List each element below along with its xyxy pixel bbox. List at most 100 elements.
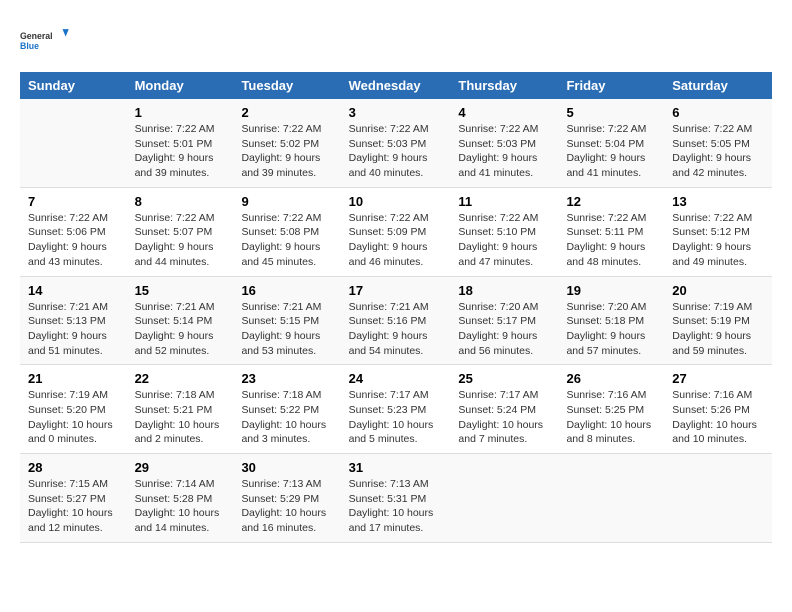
day-info: Sunrise: 7:20 AM Sunset: 5:17 PM Dayligh… <box>458 300 550 359</box>
calendar-cell: 15 Sunrise: 7:21 AM Sunset: 5:14 PM Dayli… <box>127 276 234 365</box>
day-info: Sunrise: 7:22 AM Sunset: 5:09 PM Dayligh… <box>349 211 443 270</box>
calendar-cell: 10 Sunrise: 7:22 AM Sunset: 5:09 PM Dayli… <box>341 187 451 276</box>
day-number: 17 <box>349 283 443 298</box>
day-number: 22 <box>135 371 226 386</box>
calendar-cell: 4 Sunrise: 7:22 AM Sunset: 5:03 PM Daylig… <box>450 99 558 187</box>
day-number: 20 <box>672 283 764 298</box>
calendar-cell: 22 Sunrise: 7:18 AM Sunset: 5:21 PM Dayli… <box>127 365 234 454</box>
day-info: Sunrise: 7:22 AM Sunset: 5:04 PM Dayligh… <box>566 122 656 181</box>
day-info: Sunrise: 7:21 AM Sunset: 5:15 PM Dayligh… <box>241 300 332 359</box>
day-info: Sunrise: 7:20 AM Sunset: 5:18 PM Dayligh… <box>566 300 656 359</box>
calendar-cell: 28 Sunrise: 7:15 AM Sunset: 5:27 PM Dayli… <box>20 454 127 543</box>
day-number: 9 <box>241 194 332 209</box>
page-header: General Blue <box>20 20 772 62</box>
calendar-cell: 31 Sunrise: 7:13 AM Sunset: 5:31 PM Dayli… <box>341 454 451 543</box>
calendar-week-row: 28 Sunrise: 7:15 AM Sunset: 5:27 PM Dayli… <box>20 454 772 543</box>
day-info: Sunrise: 7:18 AM Sunset: 5:22 PM Dayligh… <box>241 388 332 447</box>
weekday-header-wednesday: Wednesday <box>341 72 451 99</box>
day-info: Sunrise: 7:21 AM Sunset: 5:13 PM Dayligh… <box>28 300 119 359</box>
calendar-cell: 2Sunrise: 7:22 AM Sunset: 5:02 PM Daylig… <box>233 99 340 187</box>
day-info: Sunrise: 7:18 AM Sunset: 5:21 PM Dayligh… <box>135 388 226 447</box>
day-info: Sunrise: 7:22 AM Sunset: 5:03 PM Dayligh… <box>458 122 550 181</box>
day-number: 2 <box>241 105 332 120</box>
calendar-cell: 5Sunrise: 7:22 AM Sunset: 5:04 PM Daylig… <box>558 99 664 187</box>
weekday-header-tuesday: Tuesday <box>233 72 340 99</box>
day-number: 3 <box>349 105 443 120</box>
day-number: 31 <box>349 460 443 475</box>
calendar-week-row: 7Sunrise: 7:22 AM Sunset: 5:06 PM Daylig… <box>20 187 772 276</box>
calendar-cell: 24Sunrise: 7:17 AM Sunset: 5:23 PM Dayli… <box>341 365 451 454</box>
calendar-cell: 25Sunrise: 7:17 AM Sunset: 5:24 PM Dayli… <box>450 365 558 454</box>
day-number: 15 <box>135 283 226 298</box>
day-info: Sunrise: 7:13 AM Sunset: 5:29 PM Dayligh… <box>241 477 332 536</box>
day-info: Sunrise: 7:22 AM Sunset: 5:07 PM Dayligh… <box>135 211 226 270</box>
day-info: Sunrise: 7:15 AM Sunset: 5:27 PM Dayligh… <box>28 477 119 536</box>
calendar-week-row: 1 Sunrise: 7:22 AM Sunset: 5:01 PM Daylig… <box>20 99 772 187</box>
weekday-header-thursday: Thursday <box>450 72 558 99</box>
day-info: Sunrise: 7:14 AM Sunset: 5:28 PM Dayligh… <box>135 477 226 536</box>
calendar-cell: 21 Sunrise: 7:19 AM Sunset: 5:20 PM Dayli… <box>20 365 127 454</box>
calendar-cell: 7Sunrise: 7:22 AM Sunset: 5:06 PM Daylig… <box>20 187 127 276</box>
day-number: 24 <box>349 371 443 386</box>
calendar-cell <box>20 99 127 187</box>
calendar-cell: 27 Sunrise: 7:16 AM Sunset: 5:26 PM Dayli… <box>664 365 772 454</box>
day-info: Sunrise: 7:19 AM Sunset: 5:19 PM Dayligh… <box>672 300 764 359</box>
calendar-cell: 13 Sunrise: 7:22 AM Sunset: 5:12 PM Dayli… <box>664 187 772 276</box>
day-number: 11 <box>458 194 550 209</box>
weekday-header-monday: Monday <box>127 72 234 99</box>
day-info: Sunrise: 7:21 AM Sunset: 5:16 PM Dayligh… <box>349 300 443 359</box>
calendar-cell: 14 Sunrise: 7:21 AM Sunset: 5:13 PM Dayli… <box>20 276 127 365</box>
calendar-table: SundayMondayTuesdayWednesdayThursdayFrid… <box>20 72 772 543</box>
logo: General Blue <box>20 20 70 62</box>
day-number: 6 <box>672 105 764 120</box>
day-number: 21 <box>28 371 119 386</box>
weekday-header-friday: Friday <box>558 72 664 99</box>
day-number: 27 <box>672 371 764 386</box>
weekday-header-saturday: Saturday <box>664 72 772 99</box>
day-info: Sunrise: 7:22 AM Sunset: 5:01 PM Dayligh… <box>135 122 226 181</box>
day-info: Sunrise: 7:22 AM Sunset: 5:10 PM Dayligh… <box>458 211 550 270</box>
calendar-cell: 23Sunrise: 7:18 AM Sunset: 5:22 PM Dayli… <box>233 365 340 454</box>
calendar-cell <box>664 454 772 543</box>
day-info: Sunrise: 7:22 AM Sunset: 5:05 PM Dayligh… <box>672 122 764 181</box>
svg-text:General: General <box>20 31 53 41</box>
calendar-cell: 12 Sunrise: 7:22 AM Sunset: 5:11 PM Dayli… <box>558 187 664 276</box>
day-number: 28 <box>28 460 119 475</box>
day-number: 13 <box>672 194 764 209</box>
calendar-cell: 16 Sunrise: 7:21 AM Sunset: 5:15 PM Dayli… <box>233 276 340 365</box>
day-number: 30 <box>241 460 332 475</box>
calendar-cell: 8Sunrise: 7:22 AM Sunset: 5:07 PM Daylig… <box>127 187 234 276</box>
calendar-cell: 6 Sunrise: 7:22 AM Sunset: 5:05 PM Daylig… <box>664 99 772 187</box>
calendar-cell: 26 Sunrise: 7:16 AM Sunset: 5:25 PM Dayli… <box>558 365 664 454</box>
calendar-cell <box>558 454 664 543</box>
day-info: Sunrise: 7:22 AM Sunset: 5:12 PM Dayligh… <box>672 211 764 270</box>
day-info: Sunrise: 7:22 AM Sunset: 5:11 PM Dayligh… <box>566 211 656 270</box>
day-number: 25 <box>458 371 550 386</box>
day-info: Sunrise: 7:22 AM Sunset: 5:08 PM Dayligh… <box>241 211 332 270</box>
calendar-cell: 30 Sunrise: 7:13 AM Sunset: 5:29 PM Dayli… <box>233 454 340 543</box>
calendar-cell: 11 Sunrise: 7:22 AM Sunset: 5:10 PM Dayli… <box>450 187 558 276</box>
calendar-cell: 1 Sunrise: 7:22 AM Sunset: 5:01 PM Daylig… <box>127 99 234 187</box>
day-number: 26 <box>566 371 656 386</box>
day-info: Sunrise: 7:19 AM Sunset: 5:20 PM Dayligh… <box>28 388 119 447</box>
day-number: 10 <box>349 194 443 209</box>
calendar-week-row: 21 Sunrise: 7:19 AM Sunset: 5:20 PM Dayli… <box>20 365 772 454</box>
day-number: 16 <box>241 283 332 298</box>
calendar-cell: 9 Sunrise: 7:22 AM Sunset: 5:08 PM Daylig… <box>233 187 340 276</box>
day-number: 14 <box>28 283 119 298</box>
day-number: 12 <box>566 194 656 209</box>
calendar-cell: 18Sunrise: 7:20 AM Sunset: 5:17 PM Dayli… <box>450 276 558 365</box>
day-info: Sunrise: 7:21 AM Sunset: 5:14 PM Dayligh… <box>135 300 226 359</box>
day-number: 1 <box>135 105 226 120</box>
day-info: Sunrise: 7:16 AM Sunset: 5:26 PM Dayligh… <box>672 388 764 447</box>
day-number: 4 <box>458 105 550 120</box>
day-info: Sunrise: 7:22 AM Sunset: 5:03 PM Dayligh… <box>349 122 443 181</box>
day-info: Sunrise: 7:13 AM Sunset: 5:31 PM Dayligh… <box>349 477 443 536</box>
calendar-cell: 29Sunrise: 7:14 AM Sunset: 5:28 PM Dayli… <box>127 454 234 543</box>
day-info: Sunrise: 7:16 AM Sunset: 5:25 PM Dayligh… <box>566 388 656 447</box>
weekday-header-row: SundayMondayTuesdayWednesdayThursdayFrid… <box>20 72 772 99</box>
logo-svg: General Blue <box>20 20 70 62</box>
day-number: 7 <box>28 194 119 209</box>
calendar-cell: 20 Sunrise: 7:19 AM Sunset: 5:19 PM Dayli… <box>664 276 772 365</box>
svg-text:Blue: Blue <box>20 41 39 51</box>
